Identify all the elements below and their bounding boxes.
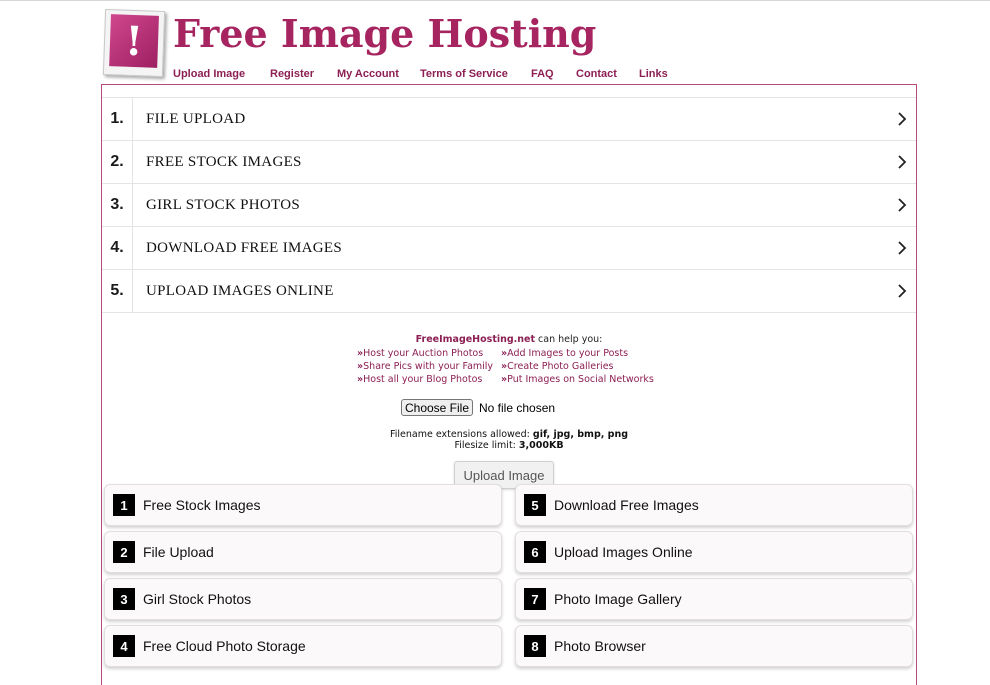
grid-link-item[interactable]: 3 Girl Stock Photos [104, 578, 502, 620]
grid-item-label[interactable]: Free Stock Images [143, 485, 261, 525]
grid-item-number: 6 [524, 541, 546, 563]
grid-item-number: 5 [524, 494, 546, 516]
grid-item-label[interactable]: File Upload [143, 532, 214, 572]
chevron-right-icon [898, 155, 907, 169]
exclamation-icon: ! [109, 14, 159, 68]
ad-row-number: 1. [102, 98, 133, 140]
filesize-value: 3,000KB [518, 440, 564, 451]
grid-item-number: 1 [113, 494, 135, 516]
choose-file-button[interactable]: Choose File [401, 399, 473, 416]
ad-row-label[interactable]: GIRL STOCK PHOTOS [146, 184, 300, 226]
grid-item-label[interactable]: Photo Image Gallery [554, 579, 682, 619]
grid-link-item[interactable]: 4 Free Cloud Photo Storage [104, 625, 502, 667]
nav-upload-image[interactable]: Upload Image [173, 68, 245, 80]
ad-row-label[interactable]: UPLOAD IMAGES ONLINE [146, 270, 334, 312]
top-divider [0, 0, 990, 1]
ad-row[interactable]: 2. FREE STOCK IMAGES [102, 140, 916, 184]
nav-faq[interactable]: FAQ [531, 68, 554, 80]
grid-item-number: 8 [524, 635, 546, 657]
ad-row-label[interactable]: FREE STOCK IMAGES [146, 141, 302, 183]
feature-item: »Host your Auction Photos [357, 348, 484, 359]
feature-item: »Share Pics with your Family [357, 361, 494, 372]
grid-link-item[interactable]: 6 Upload Images Online [515, 531, 913, 573]
feature-item: »Add Images to your Posts [501, 348, 629, 359]
ad-row[interactable]: 3. GIRL STOCK PHOTOS [102, 183, 916, 227]
extensions-value: gif, jpg, bmp, png [532, 429, 629, 440]
file-requirements: Filename extensions allowed: gif, jpg, b… [102, 429, 916, 451]
ad-row-number: 2. [102, 141, 133, 183]
site-logo[interactable]: ! [102, 8, 166, 78]
grid-item-number: 7 [524, 588, 546, 610]
ad-row-label[interactable]: FILE UPLOAD [146, 98, 246, 140]
grid-item-number: 4 [113, 635, 135, 657]
main-panel: 1. FILE UPLOAD 2. FREE STOCK IMAGES 3. G… [101, 84, 917, 685]
grid-link-item[interactable]: 7 Photo Image Gallery [515, 578, 913, 620]
grid-link-item[interactable]: 2 File Upload [104, 531, 502, 573]
grid-link-item[interactable]: 5 Download Free Images [515, 484, 913, 526]
feature-item: »Put Images on Social Networks [501, 374, 654, 385]
ad-row[interactable]: 5. UPLOAD IMAGES ONLINE [102, 269, 916, 313]
ad-row[interactable]: 4. DOWNLOAD FREE IMAGES [102, 226, 916, 270]
ad-row-number: 3. [102, 184, 133, 226]
nav-register[interactable]: Register [270, 68, 314, 80]
feature-item: »Host all your Blog Photos [357, 374, 483, 385]
grid-item-number: 2 [113, 541, 135, 563]
grid-item-label[interactable]: Photo Browser [554, 626, 646, 666]
ad-row-label[interactable]: DOWNLOAD FREE IMAGES [146, 227, 342, 269]
site-title[interactable]: Free Image Hosting [173, 11, 596, 56]
grid-item-label[interactable]: Girl Stock Photos [143, 579, 251, 619]
ad-row-number: 4. [102, 227, 133, 269]
nav-contact[interactable]: Contact [576, 68, 617, 80]
extensions-label: Filename extensions allowed: [389, 429, 533, 440]
chevron-right-icon [898, 241, 907, 255]
ad-row[interactable]: 1. FILE UPLOAD [102, 97, 916, 141]
nav-links[interactable]: Links [639, 68, 668, 80]
no-file-chosen-text: No file chosen [479, 401, 556, 415]
nav-terms-of-service[interactable]: Terms of Service [420, 68, 508, 80]
ad-row-number: 5. [102, 270, 133, 312]
grid-link-item[interactable]: 1 Free Stock Images [104, 484, 502, 526]
nav-my-account[interactable]: My Account [337, 68, 399, 80]
grid-item-number: 3 [113, 588, 135, 610]
chevron-right-icon [898, 284, 907, 298]
grid-item-label[interactable]: Download Free Images [554, 485, 699, 525]
grid-item-label[interactable]: Free Cloud Photo Storage [143, 626, 306, 666]
site-name: FreeImageHosting.net [415, 334, 536, 345]
info-heading: FreeImageHosting.net can help you: [102, 334, 916, 345]
filesize-label: Filesize limit: [454, 440, 519, 451]
feature-item: »Create Photo Galleries [501, 361, 614, 372]
grid-item-label[interactable]: Upload Images Online [554, 532, 693, 572]
chevron-right-icon [898, 112, 907, 126]
ad-link-list: 1. FILE UPLOAD 2. FREE STOCK IMAGES 3. G… [102, 97, 916, 313]
chevron-right-icon [898, 198, 907, 212]
help-text: can help you: [535, 334, 603, 345]
grid-link-item[interactable]: 8 Photo Browser [515, 625, 913, 667]
